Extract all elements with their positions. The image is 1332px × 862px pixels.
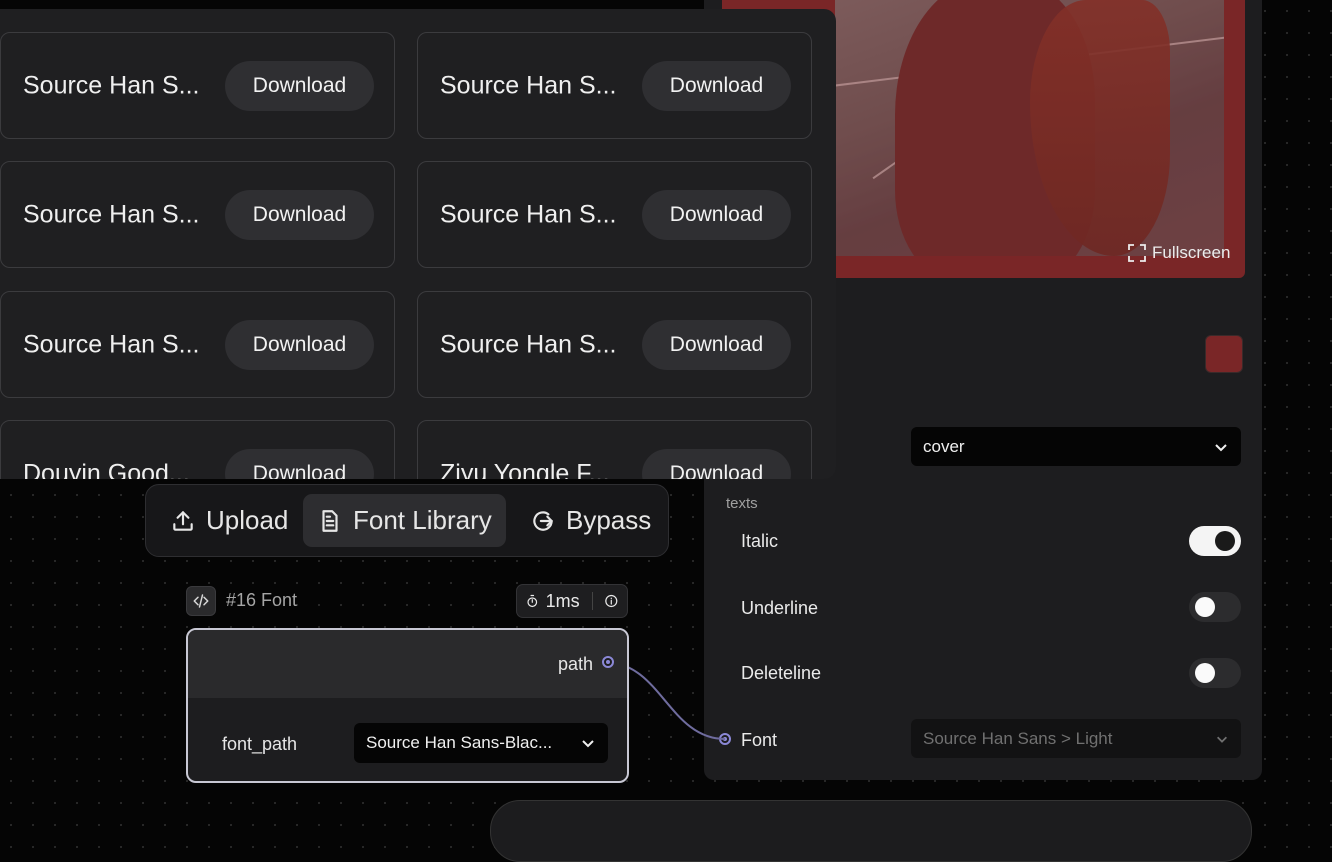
font-card: Source Han S... Download — [417, 32, 812, 139]
output-label-path: path — [557, 654, 593, 674]
font-select[interactable]: Source Han Sans > Light — [911, 719, 1241, 758]
bottom-node-partial — [490, 800, 1252, 862]
font-select-value: Source Han Sans > Light — [923, 728, 1113, 748]
font-card: Ziyu Yongle F... Download — [417, 420, 812, 479]
font-label: Font — [741, 730, 778, 750]
node-toolbar: Upload Font Library Bypass — [145, 484, 669, 557]
download-button[interactable]: Download — [642, 60, 791, 111]
italic-label: Italic — [741, 531, 779, 551]
code-icon[interactable] — [186, 586, 216, 616]
color-swatch[interactable] — [1205, 335, 1243, 373]
font-name: Source Han S... — [440, 330, 617, 358]
execution-time: 1ms — [545, 590, 580, 611]
deleteline-toggle[interactable] — [1189, 658, 1241, 688]
download-button[interactable]: Download — [225, 189, 374, 240]
fit-select-value: cover — [923, 436, 965, 456]
fullscreen-label: Fullscreen — [1152, 243, 1231, 262]
download-button[interactable]: Download — [225, 448, 374, 479]
chevron-down-icon — [582, 740, 594, 748]
font-card: Source Han S... Download — [417, 291, 812, 398]
upload-label: Upload — [206, 505, 289, 535]
chevron-down-icon — [1215, 443, 1227, 451]
node-title: #16 Font — [226, 590, 298, 610]
upload-button[interactable]: Upload — [156, 494, 302, 547]
font-library-button[interactable]: Font Library — [303, 494, 506, 547]
font-name: Douyin Good... — [23, 459, 190, 479]
upload-icon — [173, 510, 193, 531]
execution-time-badge: 1ms — [516, 584, 628, 618]
bypass-button[interactable]: Bypass — [516, 494, 665, 547]
chevron-down-icon — [1217, 736, 1227, 743]
path-output-port[interactable] — [602, 656, 614, 668]
font-library-panel: Source Han S... Download Source Han S...… — [0, 9, 836, 479]
bypass-label: Bypass — [566, 505, 652, 535]
fullscreen-icon — [1128, 244, 1146, 262]
italic-toggle[interactable] — [1189, 526, 1241, 556]
fit-select[interactable]: cover — [911, 427, 1241, 466]
font-path-value: Source Han Sans-Blac... — [366, 733, 553, 752]
bypass-icon — [533, 510, 553, 531]
fullscreen-button[interactable]: Fullscreen — [1128, 243, 1230, 263]
font-card: Source Han S... Download — [0, 32, 395, 139]
font-card: Douyin Good... Download — [0, 420, 395, 479]
deleteline-label: Deleteline — [741, 663, 822, 683]
underline-label: Underline — [741, 598, 819, 618]
preview-image — [835, 0, 1224, 256]
font-path-select[interactable]: Source Han Sans-Blac... — [354, 723, 608, 763]
font-card: Source Han S... Download — [0, 161, 395, 268]
download-button[interactable]: Download — [642, 319, 791, 370]
info-icon[interactable] — [604, 592, 619, 610]
font-card: Source Han S... Download — [417, 161, 812, 268]
font-name: Source Han S... — [23, 71, 200, 99]
download-button[interactable]: Download — [642, 189, 791, 240]
download-button[interactable]: Download — [642, 448, 791, 479]
font-card: Source Han S... Download — [0, 291, 395, 398]
input-label-font-path: font_path — [222, 734, 298, 754]
underline-toggle[interactable] — [1189, 592, 1241, 622]
font-name: Source Han S... — [23, 330, 200, 358]
font-library-label: Font Library — [353, 505, 492, 535]
section-label-texts: texts — [726, 495, 758, 512]
font-name: Source Han S... — [23, 200, 200, 228]
stopwatch-icon — [527, 594, 538, 608]
download-button[interactable]: Download — [225, 319, 374, 370]
font-name: Ziyu Yongle F... — [440, 459, 610, 479]
font-name: Source Han S... — [440, 71, 617, 99]
font-name: Source Han S... — [440, 200, 617, 228]
download-button[interactable]: Download — [225, 60, 374, 111]
document-icon — [322, 509, 338, 532]
